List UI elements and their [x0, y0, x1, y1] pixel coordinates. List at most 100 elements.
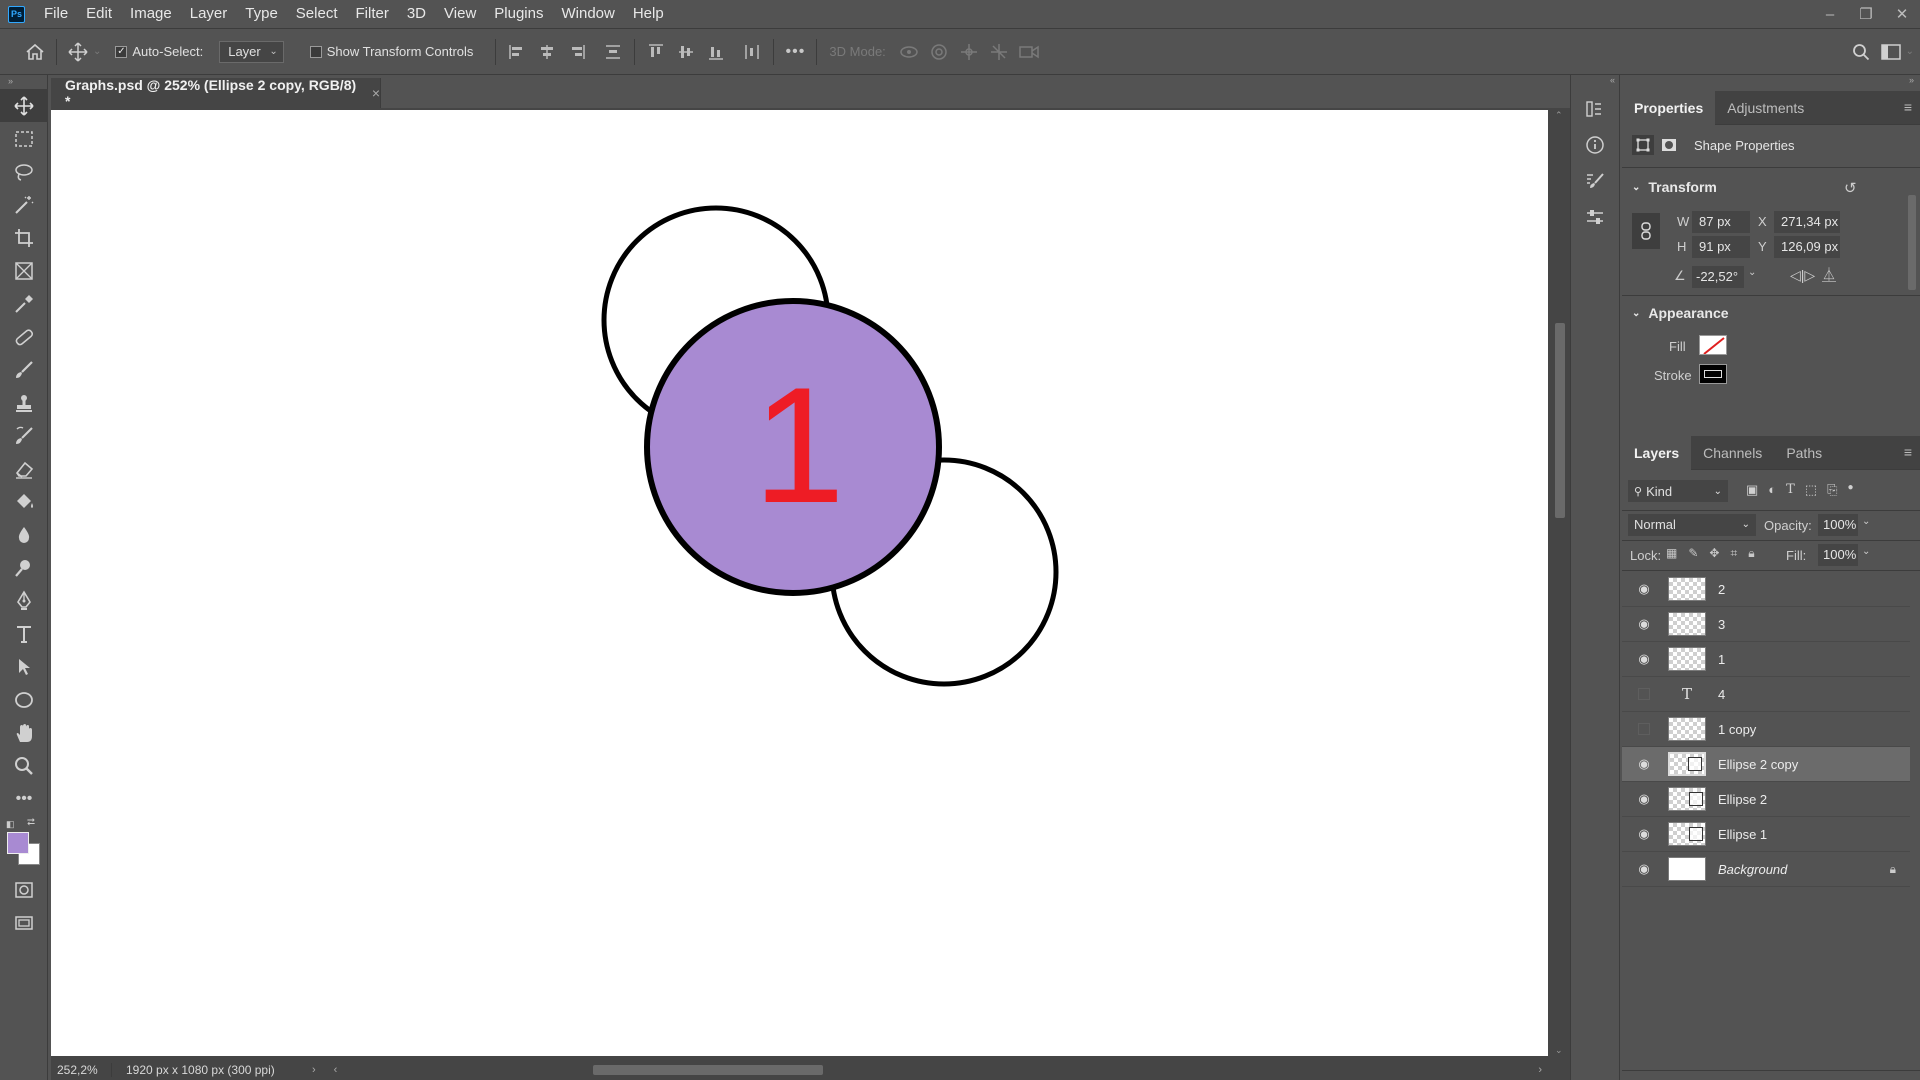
checkbox-box[interactable] — [309, 45, 322, 58]
new-group-icon[interactable]: ▭ — [1808, 1075, 1840, 1080]
fill-field[interactable]: 100% — [1818, 544, 1858, 566]
fill-swatch[interactable] — [1699, 335, 1727, 355]
lock-artboard-icon[interactable]: ⌗ — [1730, 546, 1737, 561]
y-field[interactable]: 126,09 px — [1774, 236, 1840, 258]
more-options-icon[interactable]: ••• — [780, 37, 810, 67]
panel-menu-icon[interactable]: ≡ — [1904, 444, 1912, 460]
smart-object-filter-icon[interactable]: ⎘ — [1827, 482, 1837, 498]
horizontal-scroll-thumb[interactable] — [593, 1065, 823, 1075]
layer-row[interactable]: 1 copy — [1622, 712, 1910, 747]
frame-icon[interactable] — [0, 254, 48, 287]
x-field[interactable]: 271,34 px — [1774, 211, 1840, 233]
visibility-eye-icon[interactable]: ◉ — [1632, 616, 1656, 632]
clone-stamp-icon[interactable] — [0, 386, 48, 419]
type-filter-icon[interactable]: T — [1786, 482, 1795, 498]
menu-type[interactable]: Type — [236, 0, 287, 28]
mask-icon[interactable] — [1658, 135, 1680, 155]
healing-brush-icon[interactable] — [0, 320, 48, 353]
adjustment-layer-icon[interactable]: ◐ — [1776, 1075, 1808, 1080]
layer-row[interactable]: ◉ 2 — [1622, 572, 1910, 607]
move-tool-preset-icon[interactable] — [63, 37, 93, 67]
distribute-horizontal-icon[interactable] — [737, 37, 767, 67]
pan-3d-icon[interactable] — [954, 37, 984, 67]
minimize-button[interactable]: – — [1812, 0, 1848, 28]
layer-row[interactable]: ◉ 3 — [1622, 607, 1910, 642]
hand-icon[interactable] — [0, 716, 48, 749]
zoom-icon[interactable] — [0, 749, 48, 782]
visibility-eye-icon[interactable]: ◉ — [1632, 651, 1656, 667]
video-camera-icon[interactable] — [1014, 37, 1044, 67]
menu-image[interactable]: Image — [121, 0, 181, 28]
collapse-arrows-icon[interactable]: » — [0, 75, 47, 89]
info-icon[interactable] — [1571, 127, 1619, 163]
filter-toggle-icon[interactable]: ● — [1848, 482, 1854, 498]
menu-window[interactable]: Window — [552, 0, 623, 28]
close-window-button[interactable]: ✕ — [1884, 0, 1920, 28]
default-colors-icon[interactable]: ◧ — [6, 819, 15, 830]
lock-position-icon[interactable]: ✥ — [1709, 546, 1719, 561]
align-top-icon[interactable] — [641, 37, 671, 67]
appearance-section-header[interactable]: ⌄ Appearance — [1632, 305, 1729, 321]
fx-icon[interactable]: fx — [1712, 1075, 1744, 1080]
layer-row[interactable]: ◉ Ellipse 1 — [1622, 817, 1910, 852]
layer-row[interactable]: T 4 — [1622, 677, 1910, 712]
app-logo[interactable]: Ps — [8, 5, 25, 23]
auto-select-checkbox[interactable]: ✓ Auto-Select: — [115, 44, 203, 59]
chevron-right-icon[interactable]: › — [312, 1064, 316, 1076]
tab-layers[interactable]: Layers — [1622, 435, 1692, 470]
type-tool-icon[interactable] — [0, 617, 48, 650]
zoom-level[interactable]: 252,2% — [51, 1063, 111, 1077]
reset-transform-icon[interactable]: ↺ — [1844, 179, 1857, 197]
menu-layer[interactable]: Layer — [181, 0, 237, 28]
pixel-filter-icon[interactable]: ▣ — [1746, 482, 1758, 498]
tab-paths[interactable]: Paths — [1774, 436, 1834, 470]
canvas[interactable]: 1 — [51, 110, 1548, 1056]
distribute-vertical-icon[interactable] — [598, 37, 628, 67]
flip-horizontal-icon[interactable]: ◁|▷ — [1790, 267, 1815, 284]
align-right-icon[interactable] — [562, 37, 592, 67]
swap-colors-icon[interactable]: ⮂ — [27, 817, 35, 828]
shape-filter-icon[interactable]: ⬚ — [1805, 482, 1817, 498]
panel-menu-icon[interactable]: ≡ — [1904, 99, 1912, 115]
opacity-field[interactable]: 100% — [1818, 514, 1858, 536]
slide-3d-icon[interactable] — [984, 37, 1014, 67]
restore-button[interactable]: ❐ — [1848, 0, 1884, 28]
workspace-icon[interactable] — [1876, 37, 1906, 67]
search-icon[interactable] — [1846, 37, 1876, 67]
quick-mask-icon[interactable] — [0, 873, 48, 906]
menu-plugins[interactable]: Plugins — [485, 0, 552, 28]
align-horizontal-center-icon[interactable] — [532, 37, 562, 67]
menu-filter[interactable]: Filter — [347, 0, 398, 28]
screen-mode-icon[interactable] — [0, 906, 48, 939]
link-layers-icon[interactable]: ⛓ — [1680, 1075, 1712, 1080]
tab-channels[interactable]: Channels — [1691, 436, 1774, 470]
new-layer-icon[interactable]: ⊞ — [1840, 1075, 1872, 1080]
visibility-eye-icon[interactable]: ◉ — [1632, 581, 1656, 597]
menu-3d[interactable]: 3D — [398, 0, 435, 28]
lock-pixels-icon[interactable]: ✎ — [1688, 546, 1698, 561]
shape-properties-icon[interactable] — [1632, 135, 1654, 155]
move-tool-icon[interactable] — [0, 89, 48, 122]
properties-scroll-thumb[interactable] — [1908, 195, 1916, 290]
path-selection-icon[interactable] — [0, 650, 48, 683]
chevron-down-icon[interactable]: ⌄ — [1862, 516, 1870, 527]
paint-bucket-icon[interactable] — [0, 485, 48, 518]
visibility-eye-icon[interactable]: ◉ — [1632, 861, 1656, 877]
visibility-eye-icon[interactable]: ◉ — [1632, 756, 1656, 772]
height-field[interactable]: 91 px — [1692, 236, 1750, 258]
link-icon[interactable] — [1632, 213, 1660, 249]
chevron-down-icon[interactable]: ⌄ — [1862, 546, 1870, 557]
pen-icon[interactable] — [0, 584, 48, 617]
menu-help[interactable]: Help — [624, 0, 673, 28]
eraser-icon[interactable] — [0, 452, 48, 485]
blend-mode-dropdown[interactable]: Normal ⌄ — [1628, 514, 1756, 536]
chevron-right-icon[interactable]: › — [1538, 1064, 1542, 1076]
dodge-icon[interactable] — [0, 551, 48, 584]
roll-3d-icon[interactable] — [924, 37, 954, 67]
collapse-arrows-icon[interactable]: » — [1622, 75, 1920, 91]
layer-row[interactable]: ◉ 1 — [1622, 642, 1910, 677]
chevron-left-icon[interactable]: ‹ — [334, 1064, 338, 1076]
transform-section-header[interactable]: ⌄ Transform — [1632, 179, 1717, 195]
orbit-3d-icon[interactable] — [894, 37, 924, 67]
crop-icon[interactable] — [0, 221, 48, 254]
